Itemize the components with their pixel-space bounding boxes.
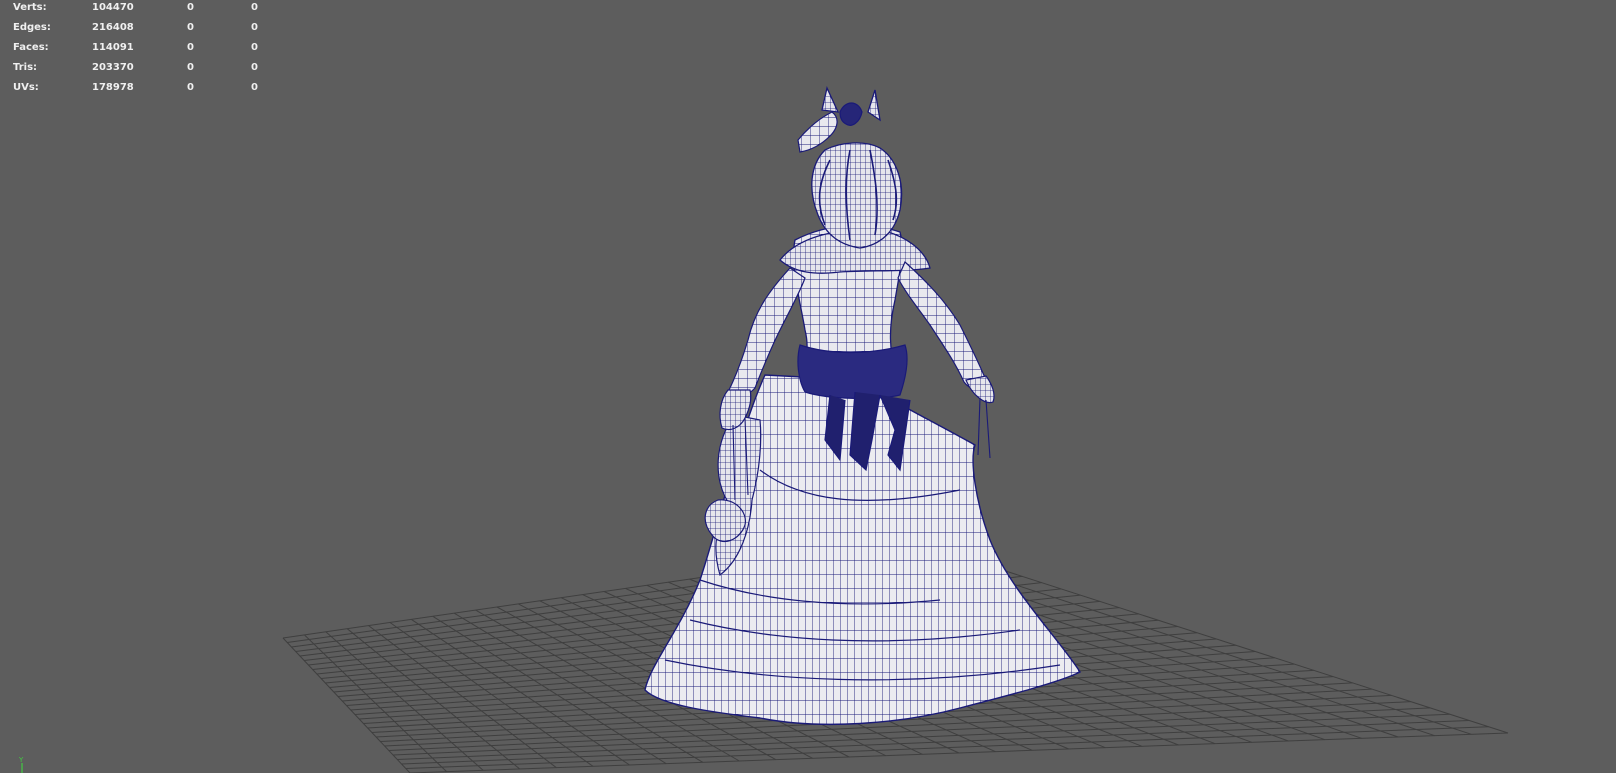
hud-row: Verts: 104470 0 0 — [0, 0, 270, 20]
grid-line — [397, 713, 1450, 760]
character-wireframe-mesh[interactable] — [644, 85, 1082, 725]
grid-line — [405, 726, 1489, 769]
mesh-raised-arm — [797, 111, 838, 153]
hud-stat-selected: 0 — [187, 22, 194, 33]
hud-stat-selected: 0 — [187, 2, 194, 13]
hud-stat-total: 203370 — [92, 62, 134, 73]
hud-stat-label: Tris: — [13, 62, 38, 73]
mesh-crown-ornament — [839, 102, 863, 126]
3d-viewport[interactable]: Verts: 104470 0 0 Edges: 216408 0 0 Faces: 114091… — [0, 0, 1616, 773]
hud-stat-label: Verts: — [13, 2, 47, 13]
hud-stat-component: 0 — [251, 82, 258, 93]
hud-stat-total: 216408 — [92, 22, 134, 33]
hud-row: Tris: 203370 0 0 — [0, 60, 270, 80]
hud-stat-total: 104470 — [92, 2, 134, 13]
hud-row: Faces: 114091 0 0 — [0, 40, 270, 60]
view-axis-indicator: Y — [18, 756, 24, 773]
hud-stat-label: UVs: — [13, 82, 39, 93]
mesh-right-arm — [897, 260, 989, 390]
hud-row: UVs: 178978 0 0 — [0, 80, 270, 100]
hud-stat-label: Edges: — [13, 22, 51, 33]
poly-count-hud: Verts: 104470 0 0 Edges: 216408 0 0 Faces: 114091… — [0, 0, 270, 100]
hud-stat-component: 0 — [251, 22, 258, 33]
hud-stat-selected: 0 — [187, 42, 194, 53]
hud-stat-label: Faces: — [13, 42, 49, 53]
hud-stat-total: 178978 — [92, 82, 134, 93]
hud-row: Edges: 216408 0 0 — [0, 20, 270, 40]
hud-stat-selected: 0 — [187, 82, 194, 93]
hud-stat-total: 114091 — [92, 42, 134, 53]
mesh-belt-ornaments — [797, 344, 908, 400]
hud-stat-component: 0 — [251, 42, 258, 53]
hud-stat-component: 0 — [251, 2, 258, 13]
viewport-scene[interactable] — [0, 0, 1616, 773]
hud-stat-selected: 0 — [187, 62, 194, 73]
y-axis-label: Y — [18, 756, 24, 764]
hud-stat-component: 0 — [251, 62, 258, 73]
